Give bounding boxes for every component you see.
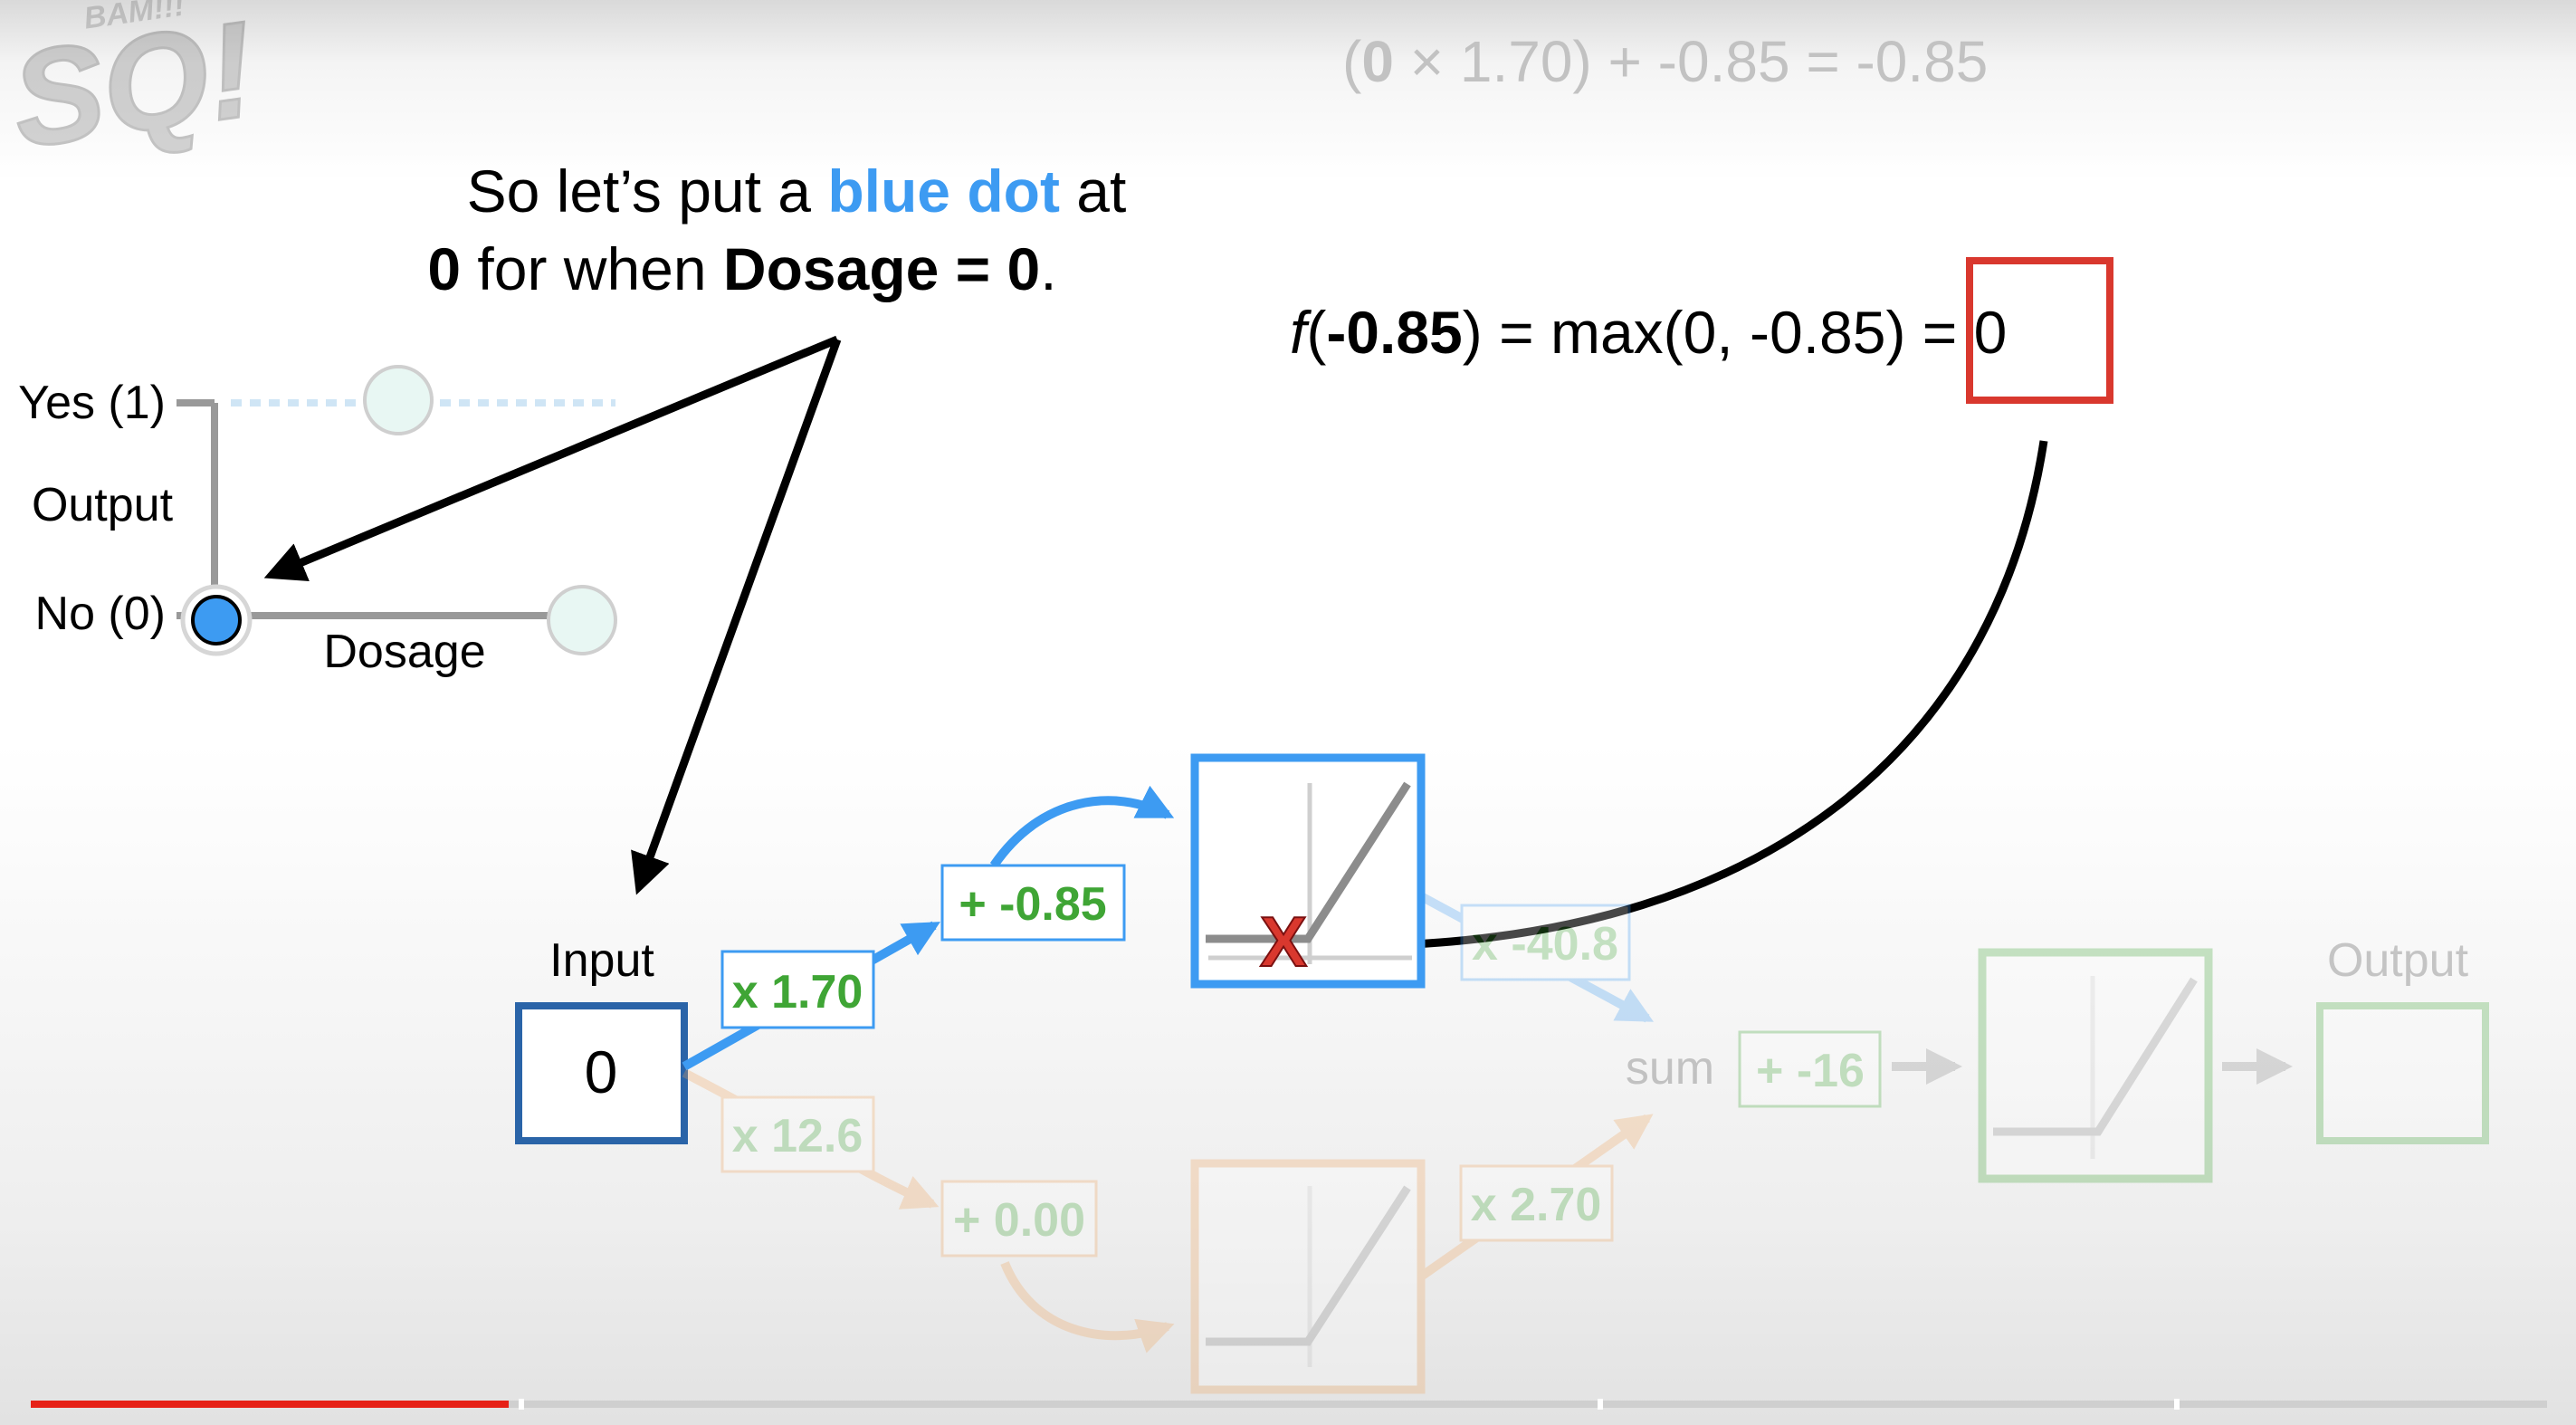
ghost-dot-dosage: [547, 585, 617, 655]
relu-equation: f(-0.85) = max(0, -0.85) = 0: [1290, 299, 2007, 366]
bias-bottom-label: + 0.00: [953, 1194, 1085, 1247]
input-value: 0: [585, 1038, 618, 1105]
video-frame: SQ! BAM!!! (0 × 1.70) + -0.85 = -0.85 So…: [0, 0, 2576, 1425]
arrow-to-blue-dot: [263, 335, 839, 581]
caption-line-1: So let’s put a blue dot at: [467, 158, 1127, 225]
no-label: No (0): [35, 588, 166, 640]
blue-dot: [191, 595, 242, 646]
edge-bias-to-relu-bottom: [1000, 1261, 1175, 1353]
chapter-divider: [2174, 1399, 2180, 1410]
caption-line-2: 0 for when Dosage = 0.: [427, 235, 1056, 302]
output-label: Output: [2327, 934, 2469, 987]
dosage-label: Dosage: [323, 626, 485, 678]
network-faded-path: x -40.8 x 12.6 + 0.00 x 2.70 sum + -16 O…: [682, 892, 2489, 1394]
arrow-to-input: [631, 338, 842, 895]
yes-label: Yes (1): [18, 377, 166, 429]
ghost-dot-yes: [363, 365, 434, 435]
x-mark: X: [1260, 902, 1307, 981]
diagram-canvas: SQ! BAM!!! (0 × 1.70) + -0.85 = -0.85 So…: [2, 0, 2547, 1410]
chapter-divider: [1598, 1399, 1603, 1410]
progress-played: [31, 1401, 509, 1408]
bias-top-label: + -0.85: [959, 878, 1106, 931]
top-equation: (0 × 1.70) + -0.85 = -0.85: [1342, 29, 1988, 94]
video-progress-bar[interactable]: [31, 1399, 2547, 1410]
weight-top-out-label: x -40.8: [1472, 918, 1618, 971]
output-box: [2316, 1002, 2489, 1144]
curved-arrow-to-relu: [1350, 440, 2048, 967]
weight-bottom-label: x 12.6: [732, 1110, 863, 1162]
statquest-logo: SQ! BAM!!!: [2, 0, 264, 177]
final-bias-label: + -16: [1756, 1045, 1865, 1097]
output-axis-label: Output: [32, 479, 174, 531]
output-graph: Yes (1) Output No (0) Dosage: [18, 365, 617, 678]
chapter-divider: [519, 1399, 524, 1410]
weight-bottom-out-label: x 2.70: [1471, 1179, 1602, 1231]
relu-node-final: [1978, 948, 2213, 1183]
weight-top-label: x 1.70: [732, 966, 863, 1019]
input-label: Input: [549, 934, 654, 987]
sum-label: sum: [1626, 1042, 1714, 1095]
network-active-path: Input 0 x 1.70 + -0.85 X: [515, 753, 1426, 1144]
edge-bias-to-relu-top: [989, 785, 1175, 868]
